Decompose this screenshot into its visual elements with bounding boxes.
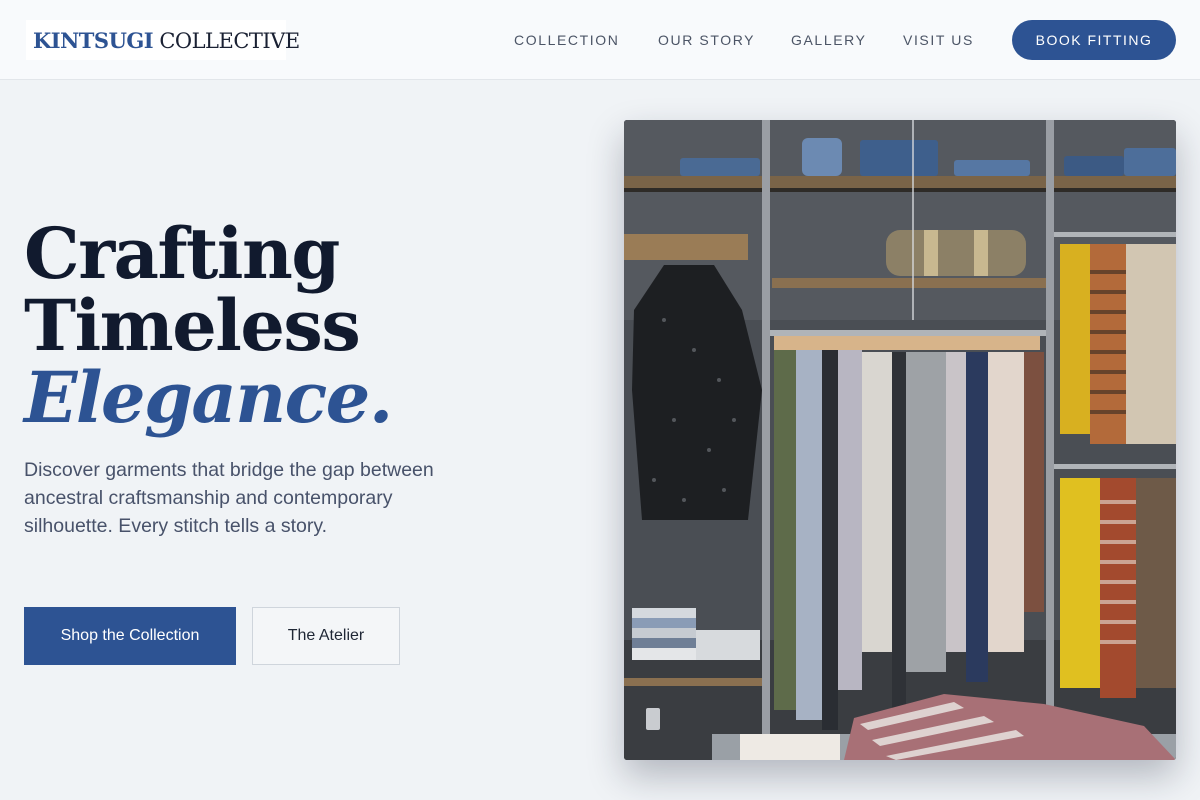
nav-link-gallery[interactable]: GALLERY [791, 32, 867, 48]
hero-headline: Crafting Timeless Elegance. [24, 212, 393, 439]
nav-link-visit-us[interactable]: VISIT US [903, 32, 974, 48]
headline-line-1: Crafting [24, 212, 340, 295]
nav-link-collection[interactable]: COLLECTION [514, 32, 619, 48]
hero-description: Discover garments that bridge the gap be… [24, 459, 434, 537]
hero-image-clothing-rack [624, 120, 1176, 760]
atelier-button[interactable]: The Atelier [252, 607, 400, 665]
brand-logo[interactable]: KINTSUGI COLLECTIVE [26, 20, 300, 60]
headline-line-2: Timeless [24, 284, 361, 367]
clothing-rack-illustration [624, 120, 1176, 760]
book-fitting-button[interactable]: BOOK FITTING [1012, 20, 1176, 60]
headline-line-3: Elegance. [24, 356, 393, 439]
nav-link-our-story[interactable]: OUR STORY [658, 32, 755, 48]
shop-collection-button[interactable]: Shop the Collection [24, 607, 236, 665]
brand-name-light: COLLECTIVE [159, 29, 300, 53]
site-header: KINTSUGI COLLECTIVE COLLECTION OUR STORY… [0, 0, 1200, 80]
brand-name-strong: KINTSUGI [33, 28, 154, 53]
